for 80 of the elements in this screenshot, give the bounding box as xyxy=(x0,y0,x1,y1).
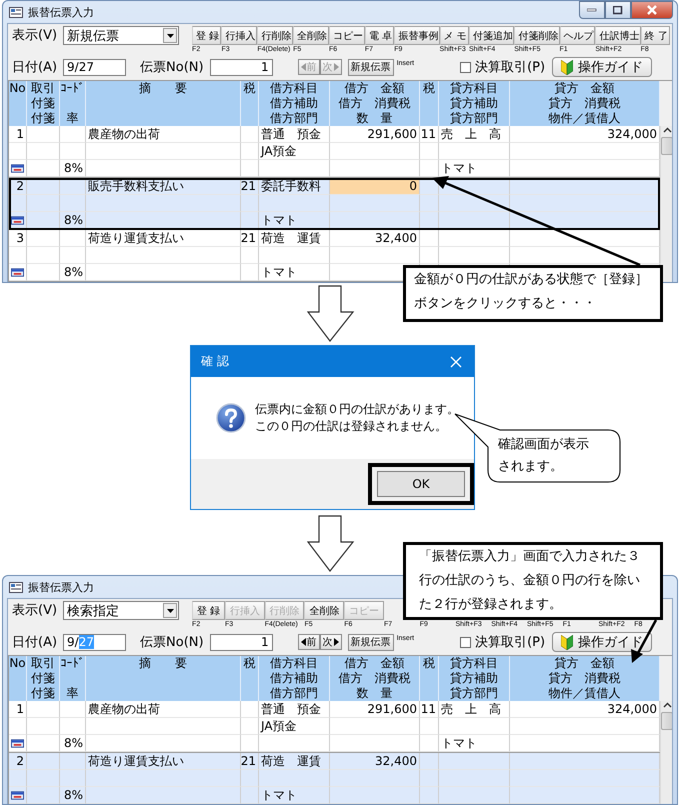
column-header: ｺｰﾄﾞ xyxy=(60,81,86,96)
table-cell: 1 xyxy=(9,126,27,143)
column-header: No xyxy=(9,656,27,671)
window-title: 振替伝票入力 xyxy=(28,4,94,20)
column-header: 借方科目 xyxy=(259,81,330,96)
column-header: 借方補助 xyxy=(259,96,330,111)
table-cell: 8% xyxy=(60,212,86,229)
column-header: 貸方科目 xyxy=(439,81,510,96)
dialog-message: 伝票内に金額０円の仕訳があります。この０円の仕訳は登録されません。 xyxy=(255,401,460,435)
table-cell: 32,400 xyxy=(330,230,420,247)
column-header: ｺｰﾄﾞ xyxy=(60,656,86,671)
column-header: 付箋 xyxy=(27,96,60,111)
checkbox-label: 決算取引(P) xyxy=(475,58,546,76)
table-cell: 8% xyxy=(60,787,86,804)
voucher-label: 伝票No(N) xyxy=(140,634,204,652)
table-cell: トマト xyxy=(259,787,330,804)
table-cell: 2 xyxy=(9,178,27,195)
table-cell: 売 上 高 xyxy=(439,701,510,718)
table-cell: トマト xyxy=(259,264,330,281)
table-cell: 21 xyxy=(241,753,259,770)
table-cell: 荷造り運賃支払い xyxy=(86,230,241,247)
voucher-label: 伝票No(N) xyxy=(140,58,204,76)
table-cell: 1 xyxy=(9,701,27,718)
column-header: 税 xyxy=(241,81,259,96)
table-cell: 3 xyxy=(9,230,27,247)
table-cell: 324,000 xyxy=(510,701,660,718)
table-cell: 11 xyxy=(420,701,439,718)
dialog-title: 確 認 xyxy=(201,353,229,370)
column-header: 付箋 xyxy=(27,671,60,686)
table-cell: 2 xyxy=(9,753,27,770)
date-label: 日付(A) xyxy=(12,58,58,76)
table-cell: JA預金 xyxy=(259,143,330,160)
checkbox-label: 決算取引(P) xyxy=(475,634,546,652)
callout-text: 確認画面が表示されます。 xyxy=(498,436,590,476)
table-cell: トマト xyxy=(439,735,510,752)
column-header: 借方 消費税 xyxy=(330,96,420,111)
date-label: 日付(A) xyxy=(12,634,58,652)
column-header: 摘 要 xyxy=(86,656,241,671)
table-cell: トマト xyxy=(259,212,330,229)
callout-tooltip: 金額が０円の仕訳がある状態で［登録］ボタンをクリックすると・・・ xyxy=(403,265,663,322)
table-cell: 売 上 高 xyxy=(439,126,510,143)
column-header: 借方補助 xyxy=(259,671,330,686)
table-cell: JA預金 xyxy=(259,718,330,735)
column-header: 税 xyxy=(420,81,439,96)
table-cell: 324,000 xyxy=(510,126,660,143)
column-header: 取引 xyxy=(27,656,60,671)
table-cell: 農産物の出荷 xyxy=(86,126,241,143)
table-cell: 荷造り運賃支払い xyxy=(86,753,241,770)
column-header: 取引 xyxy=(27,81,60,96)
table-cell: 普通 預金 xyxy=(259,701,330,718)
table-cell: 8% xyxy=(60,160,86,177)
table-cell: 8% xyxy=(60,264,86,281)
column-header: 摘 要 xyxy=(86,81,241,96)
table-cell: 農産物の出荷 xyxy=(86,701,241,718)
column-header: 借方 金額 xyxy=(330,656,420,671)
table-cell: 21 xyxy=(241,178,259,195)
table-cell: 11 xyxy=(420,126,439,143)
table-cell: 荷造 運賃 xyxy=(259,230,330,247)
column-header: 貸方補助 xyxy=(439,96,510,111)
column-header: 貸方科目 xyxy=(439,656,510,671)
column-header: No xyxy=(9,81,27,96)
column-header: 借方 消費税 xyxy=(330,671,420,686)
column-header: 借方 金額 xyxy=(330,81,420,96)
table-cell: 32,400 xyxy=(330,753,420,770)
table-cell: 21 xyxy=(241,230,259,247)
window-title: 振替伝票入力 xyxy=(28,580,94,594)
table-cell: 販売手数料支払い xyxy=(86,178,241,195)
table-cell: 291,600 xyxy=(330,701,420,718)
column-header: 借方科目 xyxy=(259,656,330,671)
callout-tooltip: 「振替伝票入力」画面で入力された３行の仕訳のうち、金額０円の行を除いた２行が登録されます。 xyxy=(403,542,663,620)
table-cell: 8% xyxy=(60,735,86,752)
display-label: 表示(V) xyxy=(12,27,58,45)
table-cell: 荷造 運賃 xyxy=(259,753,330,770)
display-label: 表示(V) xyxy=(12,602,58,620)
column-header: 貸方補助 xyxy=(439,671,510,686)
column-header: 税 xyxy=(241,656,259,671)
column-header: 税 xyxy=(420,656,439,671)
table-cell: 291,600 xyxy=(330,126,420,143)
table-cell: 普通 預金 xyxy=(259,126,330,143)
table-cell: 0 xyxy=(330,178,420,195)
